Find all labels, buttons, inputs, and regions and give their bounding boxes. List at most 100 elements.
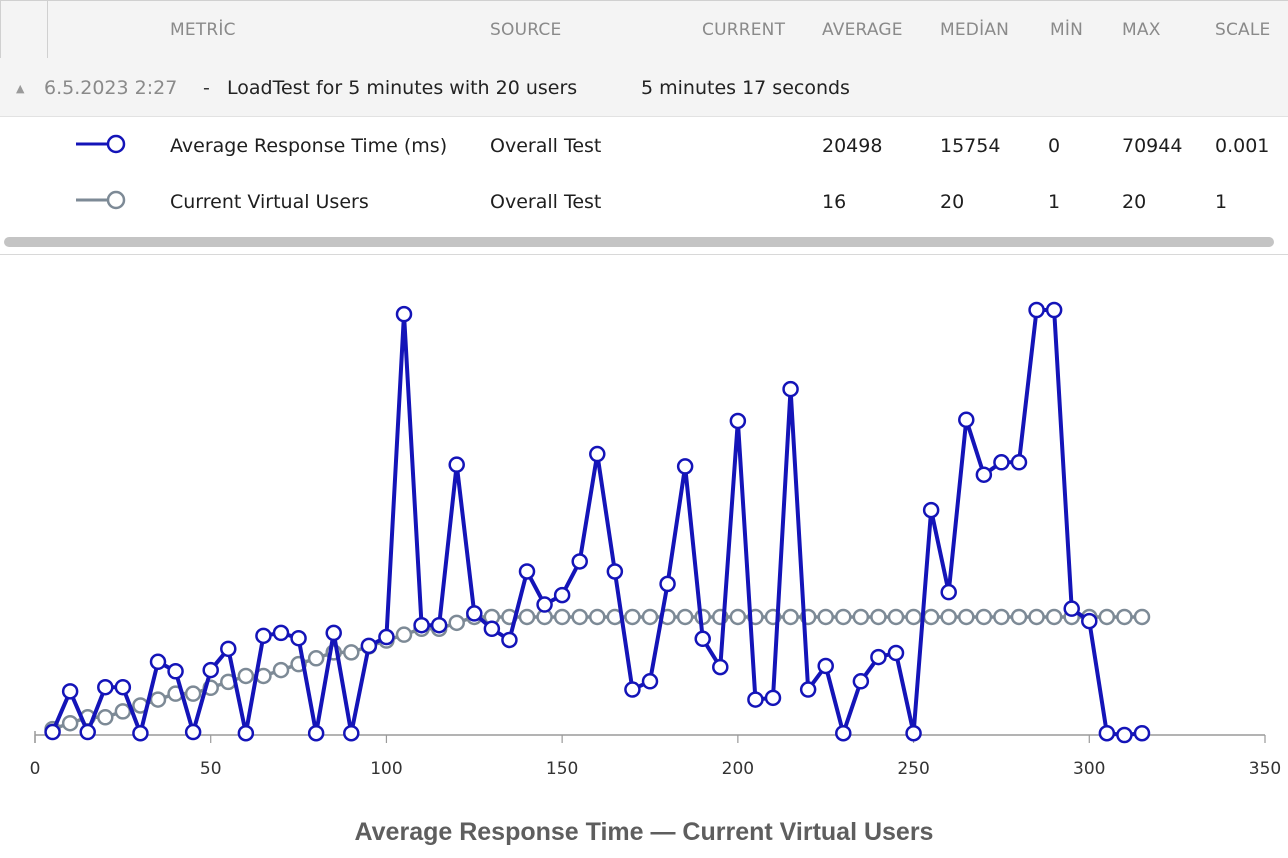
- response-time-point: [97, 678, 114, 696]
- response-time-point: [624, 681, 641, 698]
- response-time-point: [343, 724, 360, 742]
- response-time-point: [220, 640, 237, 658]
- header-scale[interactable]: SCALE: [1215, 20, 1271, 40]
- virtual-users-point: [940, 608, 957, 626]
- response-time-point: [184, 723, 202, 741]
- virtual-users-point: [343, 644, 360, 661]
- response-time-point: [448, 456, 465, 473]
- response-time-point: [483, 620, 501, 637]
- response-time-point: [782, 380, 799, 398]
- table-header: METRİC SOURCE CURRENT AVERAGE MEDİAN MİN…: [0, 0, 1288, 59]
- response-time-point: [501, 631, 518, 649]
- x-tick-label: 350: [1249, 759, 1281, 779]
- response-time-point: [641, 673, 659, 690]
- virtual-users-point: [448, 614, 465, 632]
- response-time-point: [747, 691, 764, 708]
- test-run-group-row[interactable]: ▲ 6.5.2023 2:27 - LoadTest for 5 minutes…: [0, 58, 1288, 117]
- virtual-users-point: [624, 608, 641, 626]
- metric-min: 0: [1048, 135, 1061, 157]
- virtual-users-point: [676, 608, 694, 626]
- test-run-duration: 5 minutes 17 seconds: [641, 77, 850, 99]
- response-time-point: [360, 637, 378, 655]
- virtual-users-point: [307, 650, 325, 667]
- response-time-point: [61, 683, 79, 700]
- test-run-date: 6.5.2023 2:27: [44, 77, 178, 99]
- response-time-point: [167, 663, 184, 680]
- virtual-users-point: [97, 709, 114, 726]
- virtual-users-point: [729, 608, 747, 626]
- response-time-point: [659, 575, 676, 593]
- virtual-users-point: [993, 608, 1010, 626]
- response-time-point: [993, 454, 1010, 471]
- header-current[interactable]: CURRENT: [702, 20, 785, 40]
- header-max[interactable]: MAX: [1122, 20, 1161, 40]
- metric-average: 20498: [822, 135, 883, 157]
- metric-source: Overall Test: [490, 135, 602, 157]
- virtual-users-point: [149, 691, 167, 708]
- virtual-users-point: [1028, 608, 1045, 626]
- response-time-point: [852, 673, 870, 690]
- metric-scale: 0.001: [1215, 135, 1270, 157]
- virtual-users-point: [114, 703, 132, 720]
- response-time-point: [378, 628, 395, 646]
- response-time-point: [255, 627, 272, 645]
- collapse-caret-icon[interactable]: ▲: [16, 82, 24, 95]
- virtual-users-point: [1098, 608, 1116, 626]
- response-time-point: [1028, 301, 1045, 319]
- header-metric[interactable]: METRİC: [170, 20, 236, 40]
- response-time-point: [835, 724, 852, 742]
- metric-source: Overall Test: [490, 191, 602, 213]
- virtual-users-legend-icon[interactable]: [76, 188, 128, 212]
- response-time-point: [553, 586, 571, 604]
- response-time-point: [764, 689, 782, 707]
- response-time-point: [518, 563, 536, 580]
- response-time-point: [870, 648, 887, 666]
- response-time-point: [817, 657, 834, 675]
- response-time-point: [940, 583, 957, 601]
- metric-median: 15754: [940, 135, 1001, 157]
- response-time-point: [395, 305, 413, 323]
- virtual-users-point: [852, 608, 870, 626]
- x-tick-label: 200: [722, 759, 754, 779]
- virtual-users-point: [61, 714, 79, 732]
- metric-name: Average Response Time (ms): [170, 135, 448, 157]
- response-time-point: [905, 724, 922, 742]
- line-chart: 0 50 100 150 200 250 300 350: [30, 301, 1281, 779]
- response-time-point: [290, 629, 307, 647]
- virtual-users-point: [922, 608, 940, 626]
- response-time-point: [413, 616, 430, 634]
- header-min[interactable]: MİN: [1050, 20, 1083, 40]
- header-median[interactable]: MEDİAN: [940, 20, 1009, 40]
- metric-max: 20: [1122, 191, 1147, 213]
- response-time-legend-icon[interactable]: [76, 132, 128, 156]
- response-time-point: [1063, 600, 1080, 617]
- header-source[interactable]: SOURCE: [490, 20, 561, 40]
- x-tick-label: 250: [897, 759, 929, 779]
- horizontal-scrollbar[interactable]: [4, 237, 1274, 247]
- virtual-users-point: [1133, 608, 1151, 626]
- response-time-point: [1045, 301, 1063, 319]
- response-time-point: [1098, 724, 1116, 742]
- header-average[interactable]: AVERAGE: [822, 20, 903, 40]
- table-row[interactable]: Average Response Time (ms) Overall Test …: [0, 118, 1288, 174]
- metric-max: 70944: [1122, 135, 1183, 157]
- metric-median: 20: [940, 191, 965, 213]
- x-tick-label: 100: [370, 759, 402, 779]
- response-time-point: [272, 624, 290, 642]
- virtual-users-point: [1045, 608, 1063, 626]
- response-time-point: [694, 630, 711, 648]
- response-time-point: [1133, 724, 1151, 742]
- table-row[interactable]: Current Virtual Users Overall Test 16 20…: [0, 174, 1288, 230]
- x-tick-label: 0: [30, 759, 41, 779]
- virtual-users-point: [641, 608, 659, 626]
- virtual-users-point: [571, 608, 588, 626]
- test-run-separator: -: [203, 77, 210, 99]
- response-time-point: [114, 678, 132, 696]
- x-tick-label: 50: [200, 759, 222, 779]
- response-time-point: [676, 458, 694, 475]
- response-time-point: [975, 466, 993, 483]
- response-time-point: [606, 563, 624, 580]
- x-tick-label: 300: [1073, 759, 1105, 779]
- response-time-point: [1116, 726, 1133, 744]
- row-selector-header[interactable]: [0, 1, 48, 58]
